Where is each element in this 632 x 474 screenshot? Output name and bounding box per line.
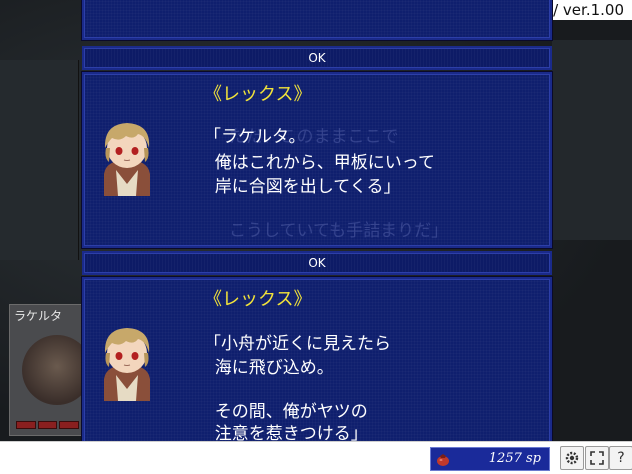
settings-button[interactable] [560, 446, 584, 470]
gear-icon [565, 451, 579, 465]
background-panel-left [0, 60, 79, 260]
rex-portrait [104, 123, 150, 196]
message-box: 《レックス》 ただ、このままここで こうしていても手詰まりだ」 「ラケルタ。 俺… [82, 72, 552, 248]
party-member-name: ラケルタ [14, 309, 63, 323]
fullscreen-icon [590, 451, 604, 465]
message-line: 俺はこれから、甲板にいって [204, 153, 435, 173]
speaker-name: 《レックス》 [204, 289, 312, 310]
money-value: 1257 sp [488, 451, 541, 466]
message-log: OK 《レックス》 ただ、このままここで こうしていても手詰まりだ」 「ラケルタ… [82, 0, 552, 449]
money-display: 1257 sp [430, 447, 550, 471]
message-ghost-line: こうしていても手詰まりだ」 [229, 221, 449, 241]
help-button[interactable]: ? [609, 446, 632, 470]
ok-button[interactable]: OK [82, 251, 552, 275]
message-line: 「小舟が近くに見えたら [204, 334, 391, 354]
message-line: 海に飛び込め。 [204, 358, 334, 378]
message-box-previous [82, 0, 552, 40]
fullscreen-button[interactable] [585, 446, 609, 470]
message-line: 「ラケルタ。 [204, 127, 306, 147]
speaker-name: 《レックス》 [204, 84, 312, 105]
message-line: 岸に合図を出してくる」 [204, 177, 401, 197]
ok-button[interactable]: OK [82, 46, 552, 70]
rex-portrait [104, 328, 150, 401]
bottom-toolbar: 1257 sp ? [0, 441, 632, 474]
message-box: 《レックス》 「小舟が近くに見えたら 海に飛び込め。 その間、俺がヤツの 注意を… [82, 277, 552, 449]
background-panel-right [552, 40, 632, 240]
coin-pouch-icon [437, 454, 449, 466]
